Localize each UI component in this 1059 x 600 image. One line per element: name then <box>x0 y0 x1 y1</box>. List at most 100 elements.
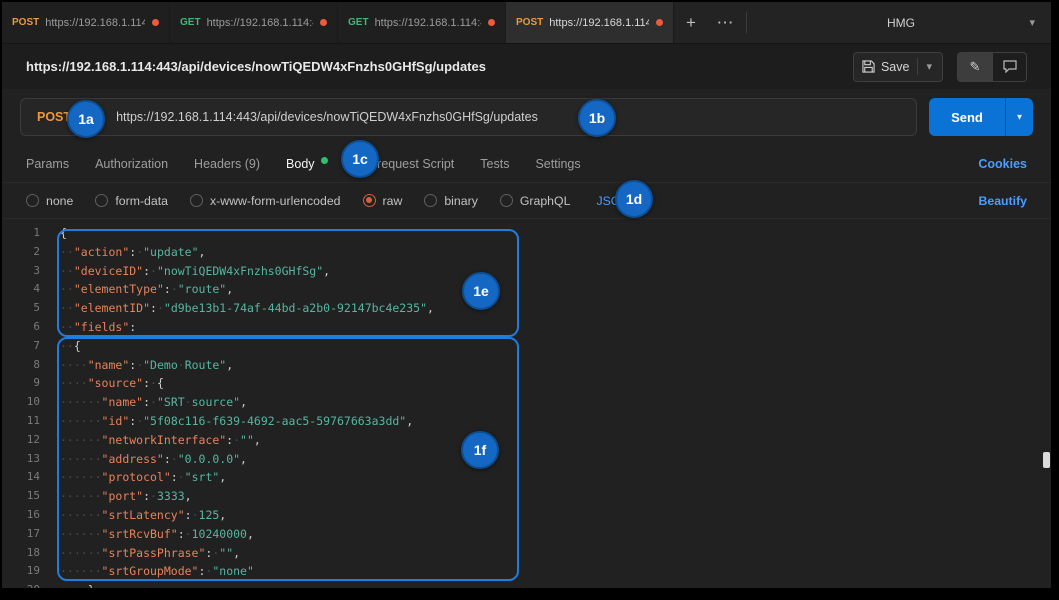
token-k: "protocol" <box>102 470 171 484</box>
annotation-badge-1b: 1b <box>578 99 616 137</box>
token-k: "id" <box>102 414 130 428</box>
code-line: 18······"srtPassPhrase":·"", <box>2 544 1051 563</box>
radio-icon <box>95 194 108 207</box>
body-type-radio-raw[interactable]: raw <box>363 194 403 208</box>
body-type-radio-none[interactable]: none <box>26 194 73 208</box>
code-line: 11······"id":·"5f08c116-f639-4692-aac5-5… <box>2 412 1051 431</box>
annotation-badge-1f: 1f <box>461 431 499 469</box>
line-number: 20 <box>2 581 40 588</box>
radio-icon <box>424 194 437 207</box>
url-input[interactable]: https://192.168.1.114:443/api/devices/no… <box>116 110 538 124</box>
app-window: POSThttps://192.168.1.114:4GEThttps://19… <box>2 2 1051 588</box>
code-line: 17······"srtRcvBuf":·10240000, <box>2 525 1051 544</box>
more-tabs-button[interactable]: ⋯ <box>708 2 742 43</box>
section-tab-headers-9-[interactable]: Headers (9) <box>194 157 260 171</box>
token-p: , <box>406 414 413 428</box>
beautify-link[interactable]: Beautify <box>978 194 1027 208</box>
annotation-badge-1e: 1e <box>462 272 500 310</box>
code-content: ··"deviceID":·"nowTiQEDW4xFnzhs0GHfSg", <box>60 262 330 281</box>
code-line: 6··"fields": <box>2 318 1051 337</box>
token-p: { <box>74 339 81 353</box>
token-p: : <box>185 508 192 522</box>
token-p: { <box>60 226 67 240</box>
body-editor[interactable]: 1{2··"action":·"update",3··"deviceID":·"… <box>2 219 1051 588</box>
token-k: "deviceID" <box>74 264 143 278</box>
token-s: "update" <box>143 245 198 259</box>
title-row: https://192.168.1.114:443/api/devices/no… <box>2 44 1051 89</box>
token-p: : <box>143 376 150 390</box>
line-number: 12 <box>2 431 40 450</box>
new-tab-button[interactable]: + <box>674 2 708 43</box>
line-number: 10 <box>2 393 40 412</box>
code-line: 9····"source":·{ <box>2 374 1051 393</box>
whitespace-dots: ······ <box>60 527 102 541</box>
workspace-name: HMG <box>887 16 915 30</box>
whitespace-dots: ·· <box>60 339 74 353</box>
line-number: 8 <box>2 356 40 375</box>
token-s: "srt" <box>185 470 220 484</box>
whitespace-dots: · <box>157 301 164 315</box>
radio-icon <box>26 194 39 207</box>
url-box: POST ▾ https://192.168.1.114:443/api/dev… <box>20 98 917 136</box>
code-line: 16 ······"srtLatency":·125, <box>2 506 1051 525</box>
line-number: 6 <box>2 318 40 337</box>
token-p: , <box>254 433 261 447</box>
request-tab[interactable]: GEThttps://192.168.1.114:44 <box>338 2 506 43</box>
body-type-radio-graphql[interactable]: GraphQL <box>500 194 571 208</box>
token-p: , <box>323 264 330 278</box>
workspace-selector[interactable]: HMG ▾ <box>751 2 1051 43</box>
tab-method-label: POST <box>516 17 543 28</box>
whitespace-dots: · <box>171 282 178 296</box>
comments-button[interactable] <box>992 53 1026 81</box>
body-type-radio-binary[interactable]: binary <box>424 194 478 208</box>
section-tab-body[interactable]: Body <box>286 157 328 171</box>
token-k: "fields" <box>74 320 129 334</box>
section-tab-settings[interactable]: Settings <box>535 157 580 171</box>
unsaved-indicator-dot <box>656 19 663 26</box>
code-line: 3··"deviceID":·"nowTiQEDW4xFnzhs0GHfSg", <box>2 262 1051 281</box>
request-tab[interactable]: GEThttps://192.168.1.114:44 <box>170 2 338 43</box>
cookies-link[interactable]: Cookies <box>978 157 1027 171</box>
code-content: { <box>60 224 67 243</box>
section-tab-tests[interactable]: Tests <box>480 157 509 171</box>
whitespace-dots: · <box>178 470 185 484</box>
section-tab-params[interactable]: Params <box>26 157 69 171</box>
section-tab-authorization[interactable]: Authorization <box>95 157 168 171</box>
code-line: 13······"address":·"0.0.0.0", <box>2 450 1051 469</box>
body-type-radio-x-www-form-urlencoded[interactable]: x-www-form-urlencoded <box>190 194 341 208</box>
send-options-chevron-icon[interactable]: ▾ <box>1005 98 1033 136</box>
whitespace-dots: ······ <box>60 470 102 484</box>
whitespace-dots: · <box>150 395 157 409</box>
code-content: ······"srtLatency":·125, <box>60 506 226 525</box>
whitespace-dots: ······ <box>60 414 102 428</box>
line-number: 16 <box>2 506 40 525</box>
token-s: "0.0.0.0" <box>178 452 240 466</box>
code-content: ······"networkInterface":·"", <box>60 431 261 450</box>
line-number: 4 <box>2 280 40 299</box>
code-content: ····"source":·{ <box>60 374 164 393</box>
save-options-chevron-icon[interactable]: ▾ <box>917 58 934 75</box>
code-content: ······"protocol":·"srt", <box>60 468 226 487</box>
request-tab[interactable]: POSThttps://192.168.1.114:4 <box>506 2 674 43</box>
request-tab[interactable]: POSThttps://192.168.1.114:4 <box>2 2 170 43</box>
code-line: 15······"port":·3333, <box>2 487 1051 506</box>
whitespace-dots: · <box>185 527 192 541</box>
token-p: , <box>219 508 226 522</box>
save-button[interactable]: Save ▾ <box>853 52 943 82</box>
whitespace-dots: · <box>150 376 157 390</box>
body-type-radio-form-data[interactable]: form-data <box>95 194 168 208</box>
send-button[interactable]: Send ▾ <box>929 98 1033 136</box>
token-k: "source" <box>88 376 143 390</box>
scrollbar-thumb[interactable] <box>1043 452 1050 468</box>
whitespace-dots: ···· <box>60 376 88 390</box>
tab-url-label: https://192.168.1.114:44 <box>207 17 313 29</box>
token-p: : <box>143 395 150 409</box>
token-p: } <box>88 583 95 588</box>
unsaved-indicator-dot <box>152 19 159 26</box>
body-type-row: none form-data x-www-form-urlencoded raw bin… <box>2 183 1051 219</box>
whitespace-dots: · <box>233 433 240 447</box>
send-label[interactable]: Send <box>929 98 1005 136</box>
edit-button[interactable]: ✎ <box>958 53 992 81</box>
code-line: 8····"name":·"Demo·Route", <box>2 356 1051 375</box>
tabstrip-divider <box>746 12 747 34</box>
